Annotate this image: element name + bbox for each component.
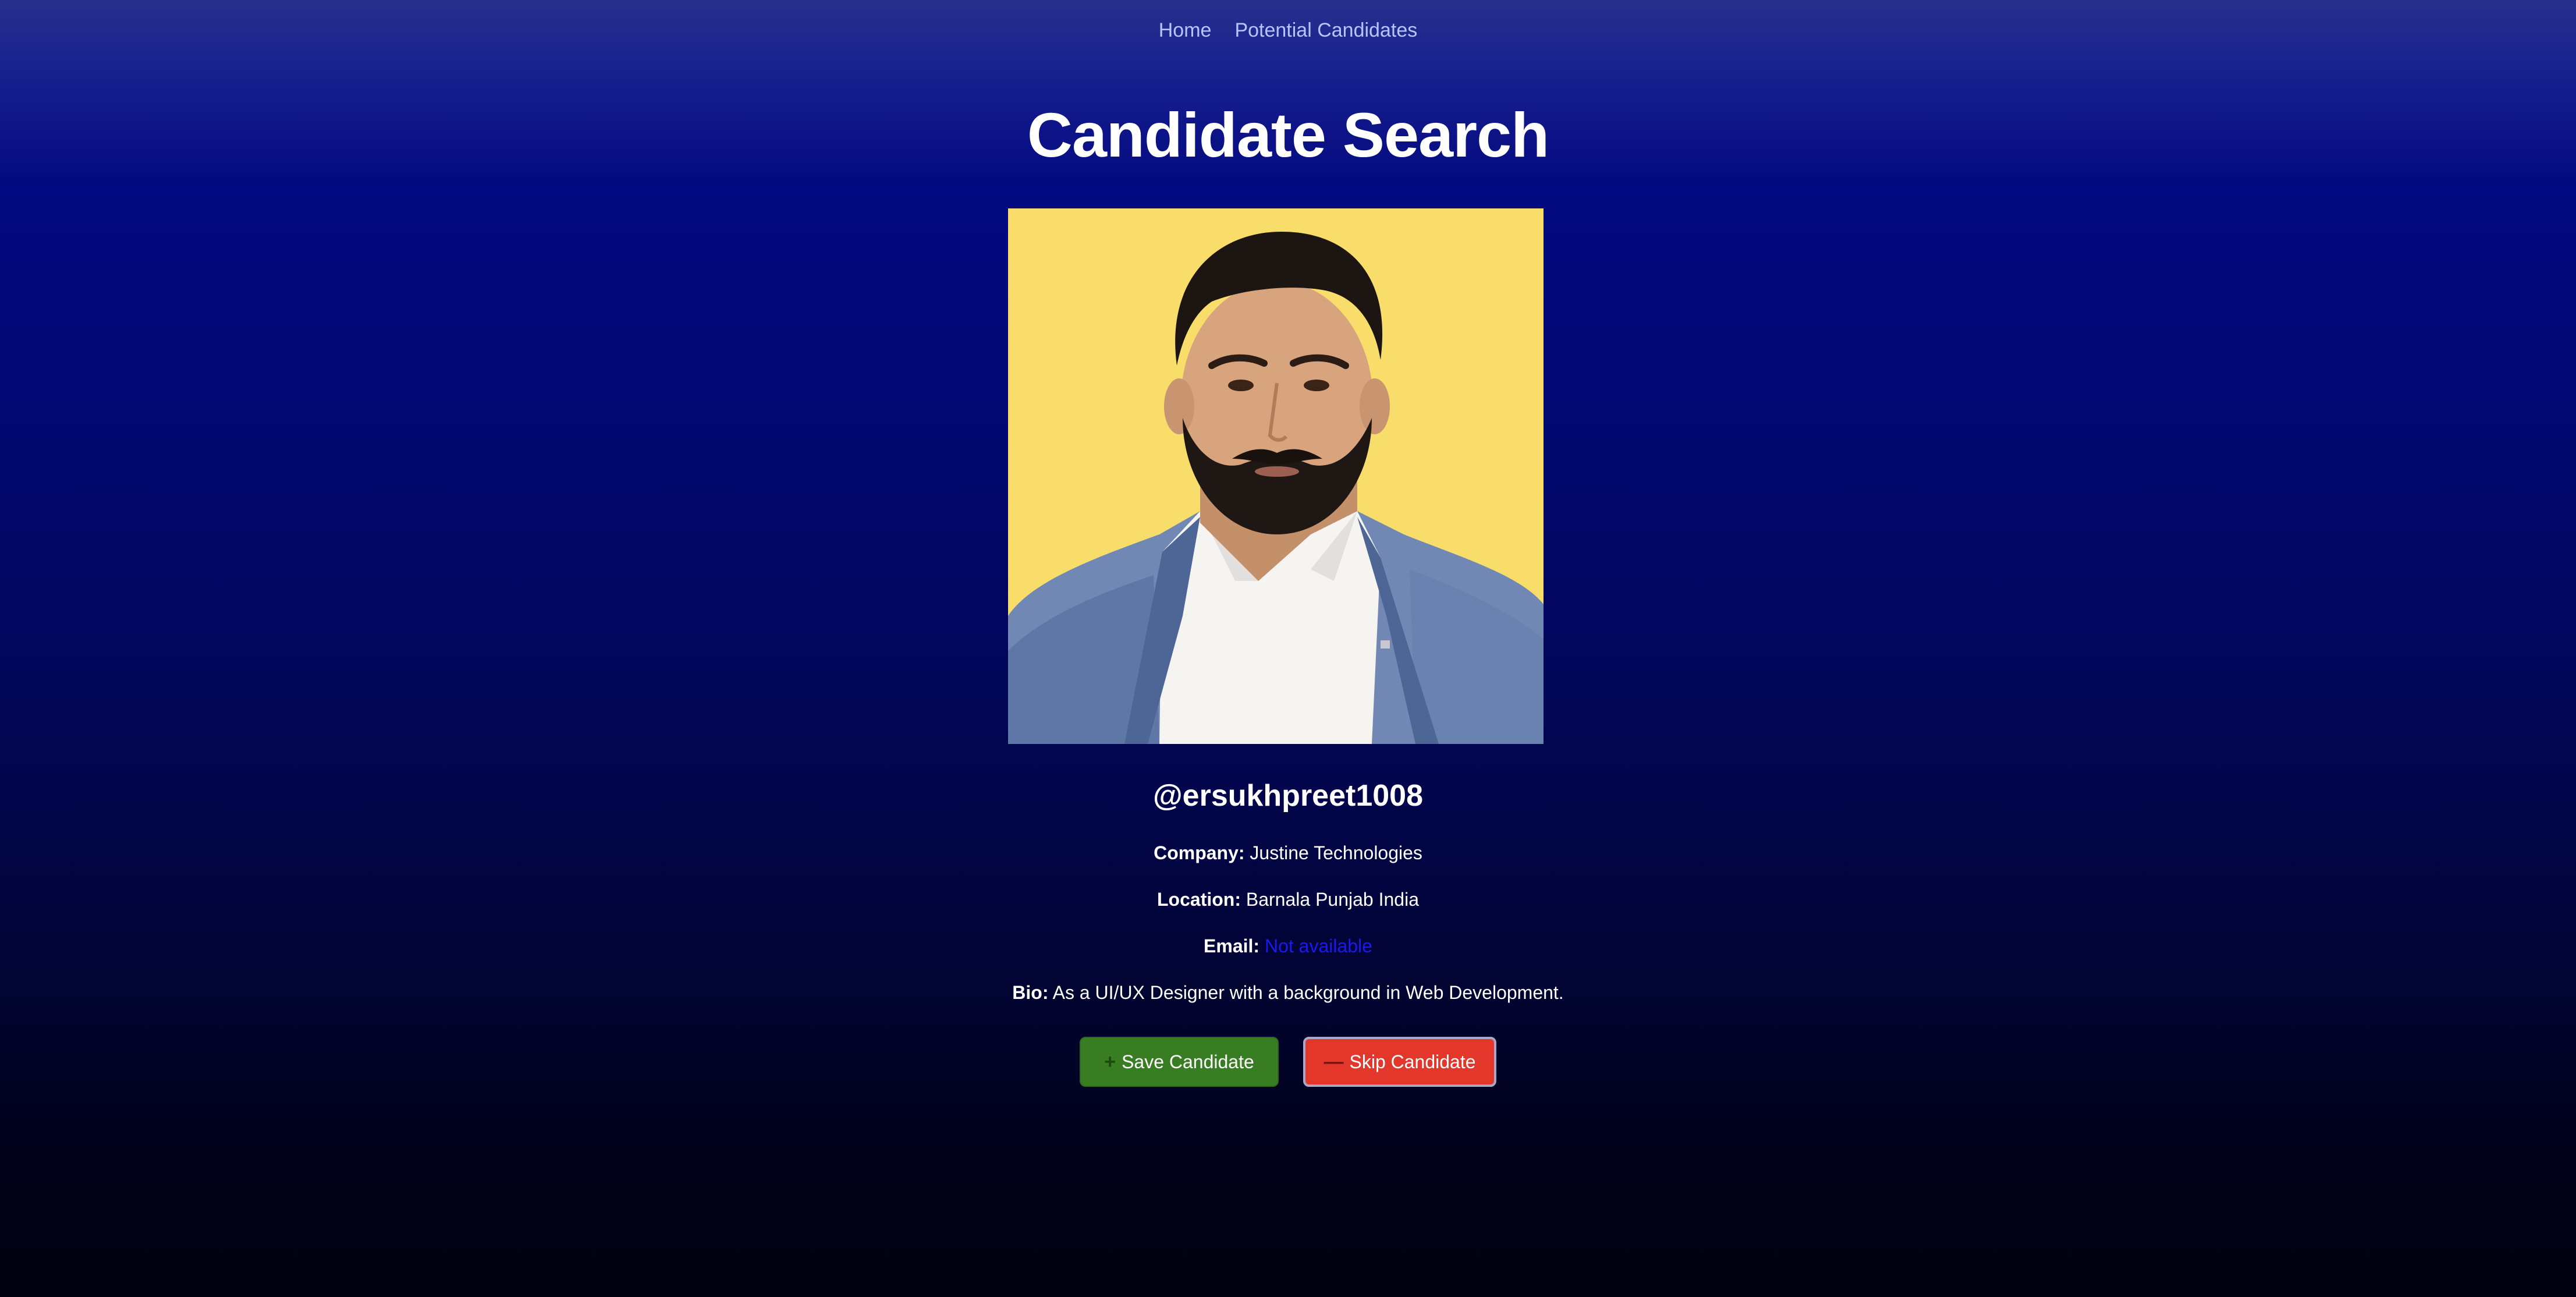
email-value-link[interactable]: Not available — [1265, 935, 1372, 956]
top-nav: Home Potential Candidates — [0, 17, 2576, 43]
email-row: Email: Not available — [0, 933, 2576, 959]
location-label: Location: — [1157, 889, 1241, 910]
skip-candidate-button[interactable]: — Skip Candidate — [1303, 1037, 1496, 1087]
nav-link-home[interactable]: Home — [1159, 17, 1212, 43]
bio-row: Bio: As a UI/UX Designer with a backgrou… — [0, 979, 2576, 1006]
email-label: Email: — [1204, 935, 1260, 956]
plus-icon: + — [1104, 1050, 1116, 1073]
company-row: Company: Justine Technologies — [0, 839, 2576, 866]
company-label: Company: — [1154, 842, 1245, 863]
page-title: Candidate Search — [1027, 100, 1549, 170]
nav-link-potential-candidates[interactable]: Potential Candidates — [1234, 17, 1417, 43]
save-candidate-label: Save Candidate — [1122, 1051, 1254, 1072]
candidate-username: @ersukhpreet1008 — [1152, 779, 1424, 813]
location-value: Barnala Punjab India — [1246, 889, 1419, 910]
location-row: Location: Barnala Punjab India — [0, 886, 2576, 913]
bio-label: Bio: — [1012, 982, 1049, 1003]
candidate-avatar — [1008, 208, 1544, 744]
skip-candidate-label: Skip Candidate — [1349, 1051, 1476, 1072]
bio-value: As a UI/UX Designer with a background in… — [1052, 982, 1564, 1003]
minus-icon: — — [1324, 1050, 1344, 1073]
save-candidate-button[interactable]: + Save Candidate — [1080, 1037, 1279, 1087]
company-value: Justine Technologies — [1250, 842, 1422, 863]
action-buttons: + Save Candidate — Skip Candidate — [0, 1037, 2576, 1087]
candidate-photo-illustration — [1008, 208, 1544, 744]
